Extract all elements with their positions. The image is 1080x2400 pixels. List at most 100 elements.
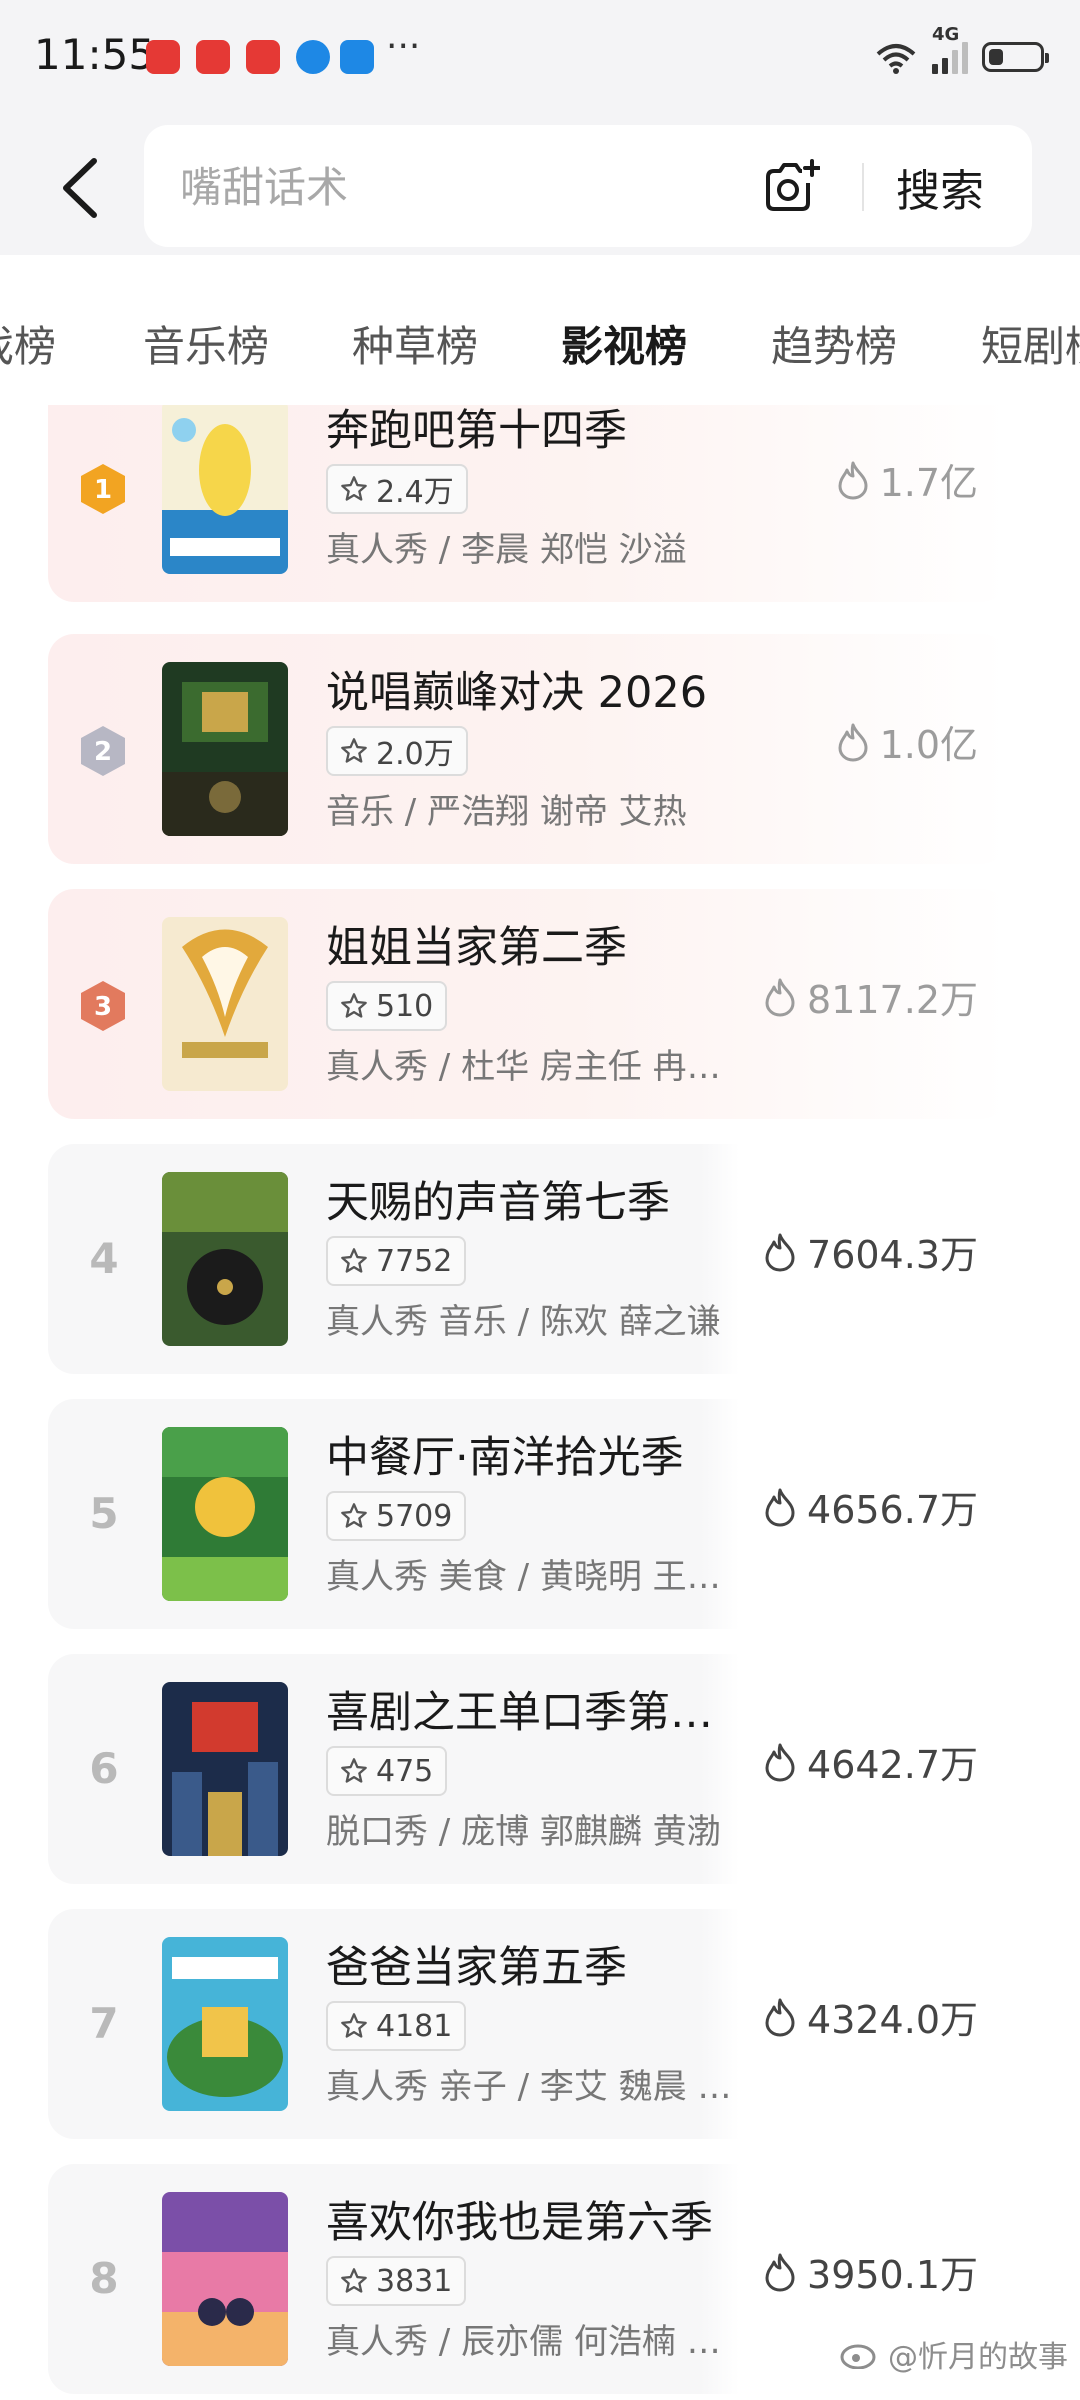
tab-game[interactable]: 戏榜 [0,313,56,374]
camera-scan-icon[interactable] [762,159,820,215]
star-icon [341,993,367,1018]
heat-value: 1.0亿 [879,723,978,767]
show-title: 天赐的声音第七季 [326,1178,670,1228]
list-item[interactable]: 4 天赐的声音第七季 7752 真人秀 音乐 / 陈欢 薛之谦 7604.3万 [48,1144,1008,1374]
watermark: @忻月的故事 [840,2332,1068,2376]
svg-text:3: 3 [94,992,112,1022]
list-item[interactable]: 2 说唱巅峰对决 2026 2.0万 音乐 / 严浩翔 谢帝 艾热 1.0亿 [48,634,1008,864]
heat-value: 8117.2万 [807,978,978,1022]
rank-number: 8 [89,2254,119,2303]
search-header: 搜索 [0,115,1080,255]
notification-app-icon [146,40,180,74]
rating-badge: 3831 [326,2256,467,2306]
search-input[interactable] [178,151,742,223]
heat-index: 1.0亿 [836,714,978,769]
show-title: 奔跑吧第十四季 [326,406,627,456]
rating-value: 510 [376,988,434,1024]
show-title: 中餐厅·南洋拾光季 [326,1433,684,1483]
search-divider [862,163,864,211]
show-poster [162,1427,288,1601]
flame-icon [765,1998,795,2036]
rating-value: 2.0万 [376,737,454,772]
rank-number: 7 [89,1999,119,2048]
star-icon [341,2268,367,2293]
rating-value: 3831 [376,2263,453,2299]
list-item[interactable]: 5 中餐厅·南洋拾光季 5709 真人秀 美食 / 黄晓明 王一博 4656.7… [48,1399,1008,1629]
tab-music[interactable]: 音乐榜 [143,313,269,374]
show-meta: 真人秀 音乐 / 陈欢 薛之谦 [326,1302,721,1342]
rank-bronze-badge-icon: 3 [81,981,125,1031]
more-notifications-icon: ··· [386,26,421,67]
show-meta: 真人秀 / 杜华 房主任 冉莹颖 [326,1047,740,1087]
ranking-tabs: 戏榜 音乐榜 种草榜 影视榜 趋势榜 短剧榜 [0,255,1080,405]
rank-gold-badge-icon: 1 [81,464,125,514]
tab-film-tv[interactable]: 影视榜 [561,313,687,374]
tab-trending[interactable]: 趋势榜 [771,313,897,374]
star-icon [341,2013,367,2038]
rating-value: 5709 [376,1498,453,1534]
heat-index: 3950.1万 [763,2244,978,2299]
heat-value: 1.7亿 [879,461,978,505]
flame-icon [765,978,795,1016]
tab-short-drama[interactable]: 短剧榜 [981,313,1080,374]
rating-badge: 5709 [326,1491,467,1541]
show-meta: 脱口秀 / 庞博 郭麒麟 黄渤 [326,1812,721,1852]
show-title: 喜欢你我也是第六季 [326,2198,713,2248]
rating-badge: 2.0万 [326,726,468,776]
show-poster [162,917,288,1091]
rating-badge: 7752 [326,1236,467,1286]
search-bar[interactable]: 搜索 [144,125,1032,247]
heat-index: 8117.2万 [763,969,978,1024]
notification-app-icon [296,40,330,74]
show-meta: 真人秀 亲子 / 李艾 魏晨 杨子 [326,2067,740,2107]
show-title: 说唱巅峰对决 2026 [326,668,708,718]
rating-value: 4181 [376,2008,453,2044]
search-button[interactable]: 搜索 [896,155,984,219]
show-title: 姐姐当家第二季 [326,923,627,973]
show-poster [162,2192,288,2366]
show-title: 喜剧之王单口季第二季 [326,1688,746,1738]
show-poster [162,405,288,574]
flame-icon [765,1233,795,1271]
svg-text:2: 2 [94,737,112,767]
status-time: 11:55 [34,30,156,79]
wifi-icon [876,44,916,74]
rating-badge: 2.4万 [326,464,468,514]
show-poster [162,1682,288,1856]
signal-indicator: 4G [932,24,968,74]
show-title: 爸爸当家第五季 [326,1943,627,1993]
weibo-logo-icon [840,2344,876,2369]
heat-value: 7604.3万 [807,1233,978,1277]
list-item[interactable]: 1 奔跑吧第十四季 2.4万 真人秀 / 李晨 郑恺 沙溢 1.7亿 [48,405,1008,602]
rank-number: 5 [89,1489,119,1538]
list-item[interactable]: 6 喜剧之王单口季第二季 475 脱口秀 / 庞博 郭麒麟 黄渤 4642.7万 [48,1654,1008,1884]
rank-number: 4 [89,1234,119,1283]
signal-bars-icon [932,40,968,74]
flame-icon [765,2253,795,2291]
notification-app-icon [196,40,230,74]
heat-index: 4656.7万 [763,1479,978,1534]
star-icon [341,1248,367,1273]
heat-value: 4324.0万 [807,1998,978,2042]
star-icon [341,1758,367,1783]
star-icon [341,1503,367,1528]
heat-index: 4642.7万 [763,1734,978,1789]
rank-silver-badge-icon: 2 [81,726,125,776]
notification-app-icon [246,40,280,74]
list-item[interactable]: 3 姐姐当家第二季 510 真人秀 / 杜华 房主任 冉莹颖 8117.2万 [48,889,1008,1119]
tab-recommend[interactable]: 种草榜 [352,313,478,374]
show-meta: 音乐 / 严浩翔 谢帝 艾热 [326,792,687,832]
rating-badge: 4181 [326,2001,467,2051]
heat-value: 4642.7万 [807,1743,978,1787]
show-meta: 真人秀 / 辰亦儒 何浩楠 周扬 [326,2322,740,2362]
svg-text:1: 1 [94,475,112,505]
flame-icon [765,1743,795,1781]
battery-icon [982,42,1049,72]
rank-number: 6 [89,1744,119,1793]
watermark-text: @忻月的故事 [888,2340,1068,2375]
heat-value: 4656.7万 [807,1488,978,1532]
list-item[interactable]: 7 爸爸当家第五季 4181 真人秀 亲子 / 李艾 魏晨 杨子 4324.0万 [48,1909,1008,2139]
heat-value: 3950.1万 [807,2253,978,2297]
rating-value: 475 [376,1753,434,1789]
back-arrow-icon[interactable] [52,153,112,223]
